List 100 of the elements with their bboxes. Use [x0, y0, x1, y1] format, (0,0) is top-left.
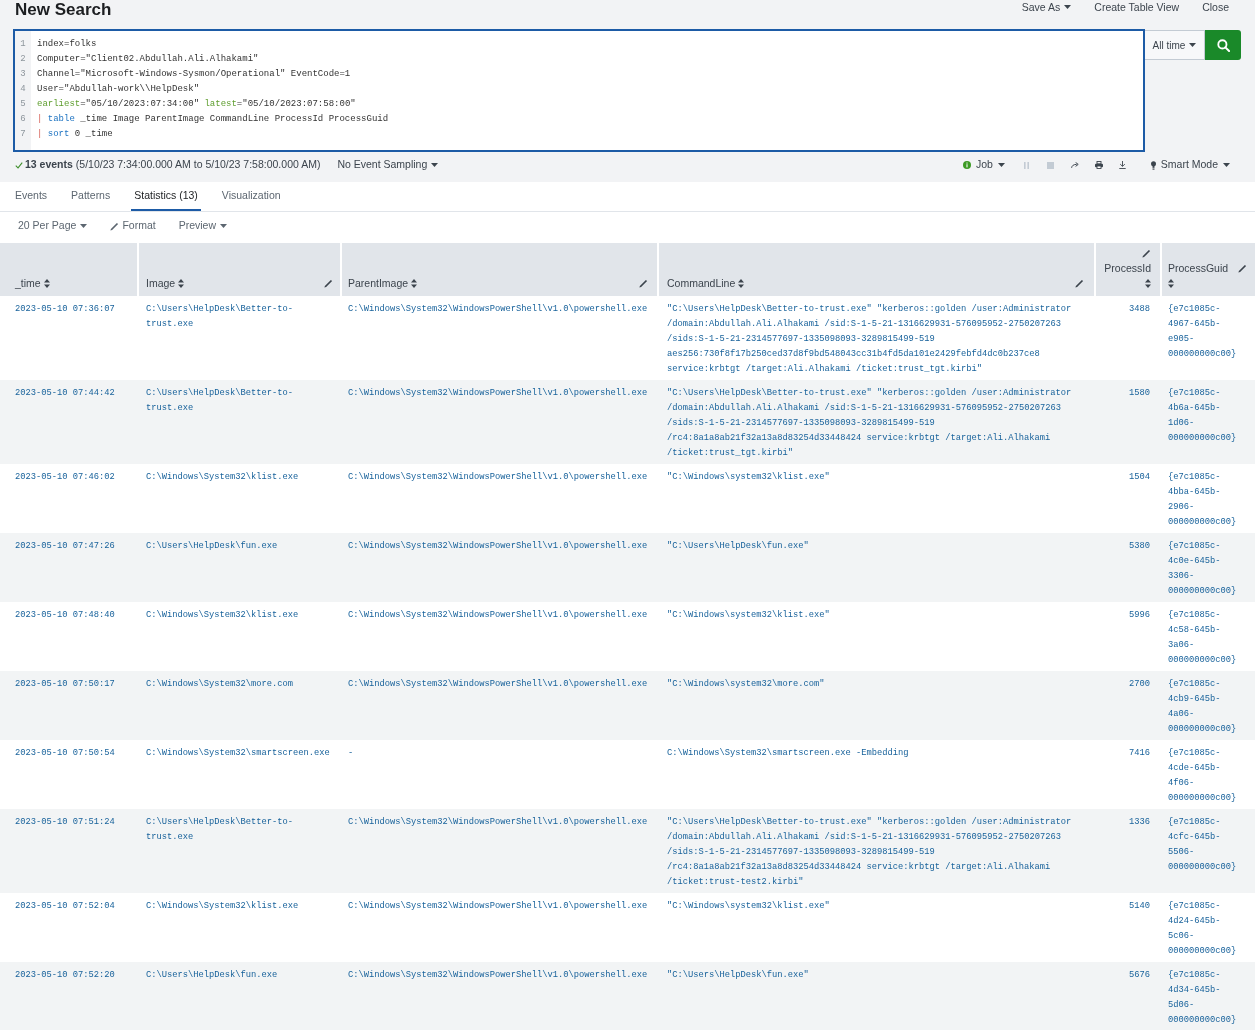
- table-cell-text: 1504: [1128, 471, 1151, 484]
- pencil-icon[interactable]: [1075, 279, 1084, 288]
- time-range-picker[interactable]: All time: [1145, 30, 1205, 60]
- caret-icon: [220, 224, 227, 228]
- table-cell-text: "C:\Windows\system32\klist.exe": [666, 471, 831, 484]
- sort-icon[interactable]: [738, 279, 745, 288]
- code-line: Channel="Microsoft-Windows-Sysmon/Operational" EventCode=1: [37, 68, 351, 81]
- table-cell-text: C:\Windows\System32\smartscreen.exe: [145, 747, 331, 760]
- table-cell-text: C:\Users\HelpDesk\fun.exe: [145, 969, 279, 982]
- caret-icon: [997, 163, 1005, 167]
- sort-icon[interactable]: [1145, 279, 1151, 288]
- line-number: 1: [20, 38, 26, 51]
- line-number: 6: [20, 113, 26, 126]
- table-cell-text: "C:\Users\HelpDesk\Better-to-trust.exe" "kerberos::golden /user:Administrator /domain:Abdullah.Ali.Alhakami /sid:S-1-5-21-1316629931-576095952-2750207263 /sids:S-1-5-21-2314577697-1335098093-3289815499-519 aes256:730f8f17b250ced37d8f9bd548043cc31b4fd5da101e2429febfd4dc0b237ce8 service:krbtgt /target:Ali.Alhakami /ticket:trust_tgt.kirbi": [666, 303, 1073, 376]
- search-mode-menu[interactable]: Smart Mode: [1150, 157, 1230, 173]
- tab[interactable]: Patterns: [68, 182, 114, 211]
- code-line: Computer="Client02.Abdullah.Ali.Alhakami": [37, 53, 259, 66]
- table-cell-text: 1580: [1128, 387, 1151, 400]
- table-cell-text: {e7c1085c-4967-645b-e905-000000000c00}: [1167, 303, 1238, 361]
- table-cell-text: C:\Windows\System32\WindowsPowerShell\v1.0\powershell.exe: [347, 540, 649, 553]
- pencil-icon[interactable]: [1142, 249, 1151, 258]
- table-cell-text: "C:\Windows\system32\klist.exe": [666, 900, 831, 913]
- table-cell-text: {e7c1085c-4cb9-645b-4a06-000000000c00}: [1167, 678, 1238, 736]
- caret-icon: [1064, 4, 1072, 9]
- table-cell-text: C:\Windows\System32\WindowsPowerShell\v1.0\powershell.exe: [347, 969, 649, 982]
- table-cell-text: 2023-05-10 07:36:07: [14, 303, 116, 316]
- table-cell-text: "C:\Users\HelpDesk\Better-to-trust.exe" "kerberos::golden /user:Administrator /domain:Abdullah.Ali.Alhakami /sid:S-1-5-21-1316629931-576095952-2750207263 /sids:S-1-5-21-2314577697-1335098093-3289815499-519 /rc4:8a1a8ab21f32a13a8d83254d33448424 service:krbtgt /target:Ali.Alhakami /ticket:trust_tgt.kirbi": [666, 387, 1073, 460]
- printer-icon[interactable]: [1094, 161, 1103, 169]
- save-as-menu[interactable]: Save As: [1021, 0, 1072, 13]
- table-cell-text: {e7c1085c-4c58-645b-3a06-000000000c00}: [1167, 609, 1238, 667]
- table-cell-text: 5676: [1128, 969, 1151, 982]
- table-cell-text: C:\Windows\System32\WindowsPowerShell\v1.0\powershell.exe: [347, 303, 649, 316]
- table-cell-text: 2023-05-10 07:47:26: [14, 540, 116, 553]
- pencil-icon: [110, 221, 120, 231]
- sort-icon[interactable]: [43, 279, 50, 288]
- table-cell-text: C:\Users\HelpDesk\Better-to-trust.exe: [145, 816, 295, 844]
- table-cell-text: {e7c1085c-4d24-645b-5c06-000000000c00}: [1167, 900, 1238, 958]
- table-cell-text: 5380: [1128, 540, 1151, 553]
- caret-icon: [431, 163, 439, 167]
- preview-menu[interactable]: Preview: [178, 218, 227, 234]
- table-cell-text: 2023-05-10 07:50:17: [14, 678, 116, 691]
- line-number: 2: [20, 53, 26, 66]
- caret-icon: [1223, 163, 1230, 167]
- caret-icon: [80, 224, 88, 228]
- table-cell-text: C:\Users\HelpDesk\Better-to-trust.exe: [145, 303, 295, 331]
- pencil-icon[interactable]: [639, 279, 648, 288]
- table-cell-text: {e7c1085c-4c0e-645b-3306-000000000c00}: [1167, 540, 1238, 598]
- table-cell-text: C:\Users\HelpDesk\Better-to-trust.exe: [145, 387, 295, 415]
- line-number: 4: [20, 83, 26, 96]
- check-icon: [15, 161, 23, 169]
- code-line: | table _time Image ParentImage CommandLine ProcessId ProcessGuid: [37, 113, 389, 126]
- table-cell-text: "C:\Windows\system32\more.com": [666, 678, 826, 691]
- sort-icon[interactable]: [1168, 279, 1174, 288]
- table-cell-text: C:\Windows\System32\WindowsPowerShell\v1.0\powershell.exe: [347, 471, 649, 484]
- pencil-icon[interactable]: [1238, 264, 1247, 273]
- table-cell-text: 5996: [1128, 609, 1151, 622]
- tab[interactable]: Events: [12, 182, 51, 211]
- table-cell-text: 2023-05-10 07:46:02: [14, 471, 116, 484]
- table-cell-text: "C:\Users\HelpDesk\fun.exe": [666, 540, 810, 553]
- job-menu[interactable]: Job: [962, 157, 1005, 173]
- table-cell-text: C:\Windows\System32\klist.exe: [145, 609, 300, 622]
- table-cell-text: C:\Windows\System32\klist.exe: [145, 471, 300, 484]
- format-button[interactable]: Format: [110, 218, 156, 234]
- close-link[interactable]: Close: [1202, 0, 1229, 13]
- event-count-summary: 13 events (5/10/23 7:34:00.000 AM to 5/10/23 7:58:00.000 AM): [25, 157, 321, 173]
- code-line: User="Abdullah-work\\HelpDesk": [37, 83, 200, 96]
- sort-icon[interactable]: [178, 279, 185, 288]
- table-cell-text: 2023-05-10 07:48:40: [14, 609, 116, 622]
- table-cell-text: -: [347, 747, 355, 760]
- table-cell-text: 2023-05-10 07:51:24: [14, 816, 116, 829]
- table-cell-text: {e7c1085c-4d34-645b-5d06-000000000c00}: [1167, 969, 1238, 1027]
- download-icon[interactable]: [1119, 161, 1127, 169]
- pencil-icon[interactable]: [324, 279, 333, 288]
- sort-icon[interactable]: [411, 279, 418, 288]
- table-cell-text: 2023-05-10 07:52:04: [14, 900, 116, 913]
- lightbulb-icon: [1150, 160, 1156, 170]
- create-table-view-link[interactable]: Create Table View: [1094, 0, 1180, 13]
- table-cell-text: 7416: [1128, 747, 1151, 760]
- code-line: earliest="05/10/2023:07:34:00" latest="05/10/2023:07:58:00": [37, 98, 356, 111]
- table-cell-text: 1336: [1128, 816, 1151, 829]
- table-cell-text: 2023-05-10 07:50:54: [14, 747, 116, 760]
- sampling-menu[interactable]: No Event Sampling: [337, 157, 439, 173]
- tab[interactable]: Visualization: [218, 182, 284, 211]
- line-number: 5: [20, 98, 26, 111]
- search-icon: [1216, 38, 1230, 52]
- table-cell-text: 3488: [1128, 303, 1151, 316]
- table-cell-text: "C:\Users\HelpDesk\fun.exe": [666, 969, 810, 982]
- table-cell-text: C:\Windows\System32\more.com: [145, 678, 295, 691]
- table-cell-text: 2700: [1128, 678, 1151, 691]
- column-header[interactable]: _time: [0, 243, 137, 296]
- share-icon[interactable]: [1070, 162, 1079, 168]
- table-cell-text: C:\Windows\System32\klist.exe: [145, 900, 300, 913]
- search-button[interactable]: [1205, 30, 1241, 60]
- table-cell-text: "C:\Windows\system32\klist.exe": [666, 609, 831, 622]
- table-cell-text: C:\Windows\System32\WindowsPowerShell\v1.0\powershell.exe: [347, 900, 649, 913]
- line-number: 7: [20, 128, 26, 141]
- per-page-menu[interactable]: 20 Per Page: [18, 218, 88, 234]
- table-cell-text: {e7c1085c-4b6a-645b-1d06-000000000c00}: [1167, 387, 1238, 445]
- search-field[interactable]: [13, 29, 1145, 152]
- table-cell-text: {e7c1085c-4cfc-645b-5506-000000000c00}: [1167, 816, 1238, 874]
